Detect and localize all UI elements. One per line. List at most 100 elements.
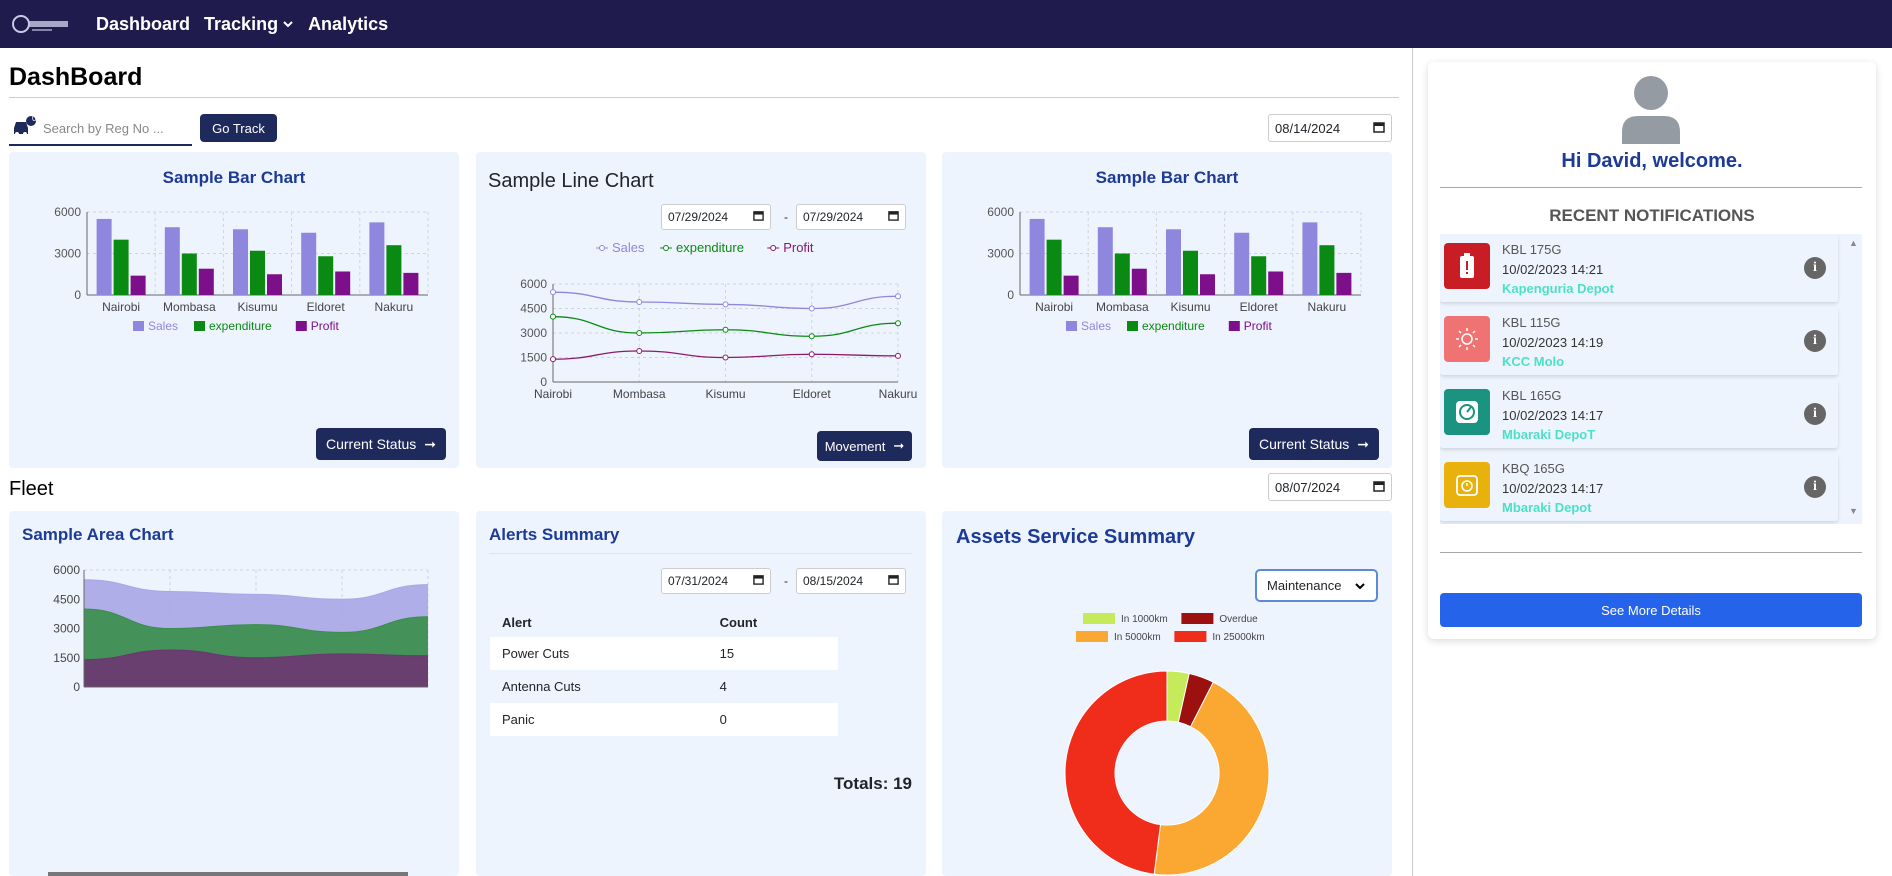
current-status-button[interactable]: Current Status ➞ — [316, 428, 446, 460]
y-tick-label: 3000 — [520, 326, 547, 340]
notification-item[interactable]: KBL 115G 10/02/2023 14:19 KCC Molo i — [1440, 307, 1838, 375]
scrollbar[interactable]: ▲ ▼ — [1844, 234, 1862, 524]
y-tick-label: 1500 — [53, 651, 80, 665]
legend-label: Profit — [311, 319, 340, 333]
x-tick-label: Eldoret — [307, 300, 346, 314]
date-from-picker[interactable]: 07/31/2024 — [661, 568, 771, 594]
divider — [1440, 187, 1862, 188]
button-label: Movement — [824, 438, 886, 454]
notifications-list: ▲ ▼ KBL 175G 10/02/2023 14:21 Kapenguria… — [1440, 234, 1862, 524]
data-point — [550, 313, 556, 320]
bar-chart-2: 0 3000 6000 Nairobi Mombasa Kisumu Eldoret Naku… — [987, 205, 1362, 333]
x-tick-label: Kisumu — [1170, 300, 1210, 314]
horizontal-scrollbar[interactable] — [48, 872, 408, 876]
card-title: Assets Service Summary — [956, 526, 1196, 548]
current-status-button[interactable]: Current Status ➞ — [1249, 428, 1379, 460]
info-icon[interactable]: i — [1804, 476, 1826, 498]
arrow-right-icon: ➞ — [1357, 435, 1369, 452]
divider — [489, 553, 912, 554]
alert-name: Panic — [490, 703, 708, 736]
card-title: Alerts Summary — [489, 525, 620, 544]
legend-label: Sales — [148, 319, 178, 333]
brand-logo[interactable] — [12, 11, 72, 37]
calendar-icon — [753, 574, 764, 588]
notification-time: 10/02/2023 14:17 — [1502, 481, 1604, 496]
legend-label: In 5000km — [1114, 632, 1161, 643]
bar — [1302, 222, 1318, 295]
x-tick-label: Kisumu — [237, 300, 277, 314]
legend-label: expenditure — [1142, 319, 1205, 333]
legend-swatch — [663, 245, 669, 251]
profile-panel: Hi David, welcome. RECENT NOTIFICATIONS … — [1428, 62, 1876, 639]
nav-analytics[interactable]: Analytics — [308, 14, 388, 35]
data-point — [722, 354, 729, 361]
info-icon[interactable]: i — [1804, 330, 1826, 352]
bar — [267, 274, 282, 295]
bar — [1200, 274, 1215, 295]
go-track-button[interactable]: Go Track — [200, 114, 277, 142]
bar — [403, 272, 419, 295]
data-point — [895, 293, 901, 300]
bar-chart-card-2: Sample Bar Chart 0 3000 6000 Nairobi Mombasa… — [942, 152, 1392, 468]
chevron-down-icon — [1355, 582, 1365, 589]
notification-location: Kapenguria Depot — [1502, 281, 1614, 296]
notification-time: 10/02/2023 14:19 — [1502, 335, 1604, 350]
data-point — [895, 352, 901, 359]
header-count: Count — [719, 614, 758, 630]
legend-label: Overdue — [1219, 614, 1258, 625]
data-point — [636, 330, 643, 336]
info-icon[interactable]: i — [1804, 257, 1826, 279]
maintenance-select[interactable]: Maintenance — [1255, 569, 1378, 602]
bar-chart-1: 0 3000 6000 Nairobi Mombasa Kisumu Eldoret Naku… — [54, 205, 429, 333]
nav-dashboard[interactable]: Dashboard — [96, 14, 190, 35]
date-value: 08/15/2024 — [803, 574, 864, 588]
bar — [1268, 271, 1284, 295]
data-point — [808, 333, 815, 340]
arrow-right-icon: ➞ — [893, 438, 905, 453]
movement-button[interactable]: Movement ➞ — [817, 431, 912, 461]
date-value: 08/07/2024 — [1275, 479, 1341, 495]
x-tick-label: Nairobi — [1035, 300, 1073, 314]
table-row: Panic 0 — [490, 703, 838, 736]
search-input[interactable] — [43, 120, 183, 136]
scroll-up-icon[interactable]: ▲ — [1849, 238, 1858, 248]
fleet-date-picker[interactable]: 08/07/2024 — [1268, 473, 1392, 501]
notification-item[interactable]: KBL 175G 10/02/2023 14:21 Kapenguria Dep… — [1440, 234, 1838, 302]
x-tick-label: Nairobi — [102, 300, 140, 314]
arrow-right-icon: ➞ — [424, 435, 436, 452]
legend-label: In 1000km — [1121, 614, 1168, 625]
top-date-picker[interactable]: 08/14/2024 — [1268, 114, 1392, 142]
legend-swatch — [1127, 321, 1138, 331]
info-icon[interactable]: i — [1804, 403, 1826, 425]
x-tick-label: Mombasa — [1096, 300, 1149, 314]
alert-count: 4 — [707, 670, 838, 703]
button-label: Current Status — [1259, 436, 1350, 452]
date-from-picker[interactable]: 07/29/2024 — [661, 204, 771, 230]
assets-donut-chart: In 1000km Overdue In 5000km In 25000km — [1064, 613, 1270, 876]
scroll-down-icon[interactable]: ▼ — [1849, 506, 1858, 516]
notification-item[interactable]: KBL 165G 10/02/2023 14:17 Mbaraki DepoT … — [1440, 380, 1838, 448]
nav-tracking[interactable]: Tracking — [204, 14, 294, 35]
y-tick-label: 3000 — [54, 247, 81, 261]
calendar-icon — [888, 574, 899, 588]
search-badge: 0 — [32, 114, 37, 123]
date-to-picker[interactable]: 08/15/2024 — [796, 568, 906, 594]
alert-name: Antenna Cuts — [490, 670, 708, 703]
alerts-summary-card: Alerts Summary 07/31/2024 - 08/15/2024 A… — [476, 511, 926, 876]
battery-alert-icon — [1444, 243, 1490, 289]
bar — [1114, 253, 1130, 295]
y-tick-label: 0 — [73, 680, 80, 691]
user-avatar-icon — [1622, 76, 1680, 144]
see-more-details-button[interactable]: See More Details — [1440, 593, 1862, 627]
data-point — [550, 356, 556, 363]
avatar — [1616, 74, 1686, 144]
date-to-picker[interactable]: 07/29/2024 — [796, 204, 906, 230]
bar — [96, 218, 112, 295]
x-tick-label: Mombasa — [613, 387, 666, 401]
calendar-icon — [753, 210, 764, 224]
notification-item[interactable]: KBQ 165G 10/02/2023 14:17 Mbaraki Depot … — [1440, 453, 1838, 521]
bar-chart-card-1: Sample Bar Chart 0 3000 6000 Nairobi Mombasa… — [9, 152, 459, 468]
chart-title: Sample Bar Chart — [1095, 168, 1239, 187]
calendar-icon — [1373, 121, 1385, 136]
bar — [1336, 272, 1352, 295]
